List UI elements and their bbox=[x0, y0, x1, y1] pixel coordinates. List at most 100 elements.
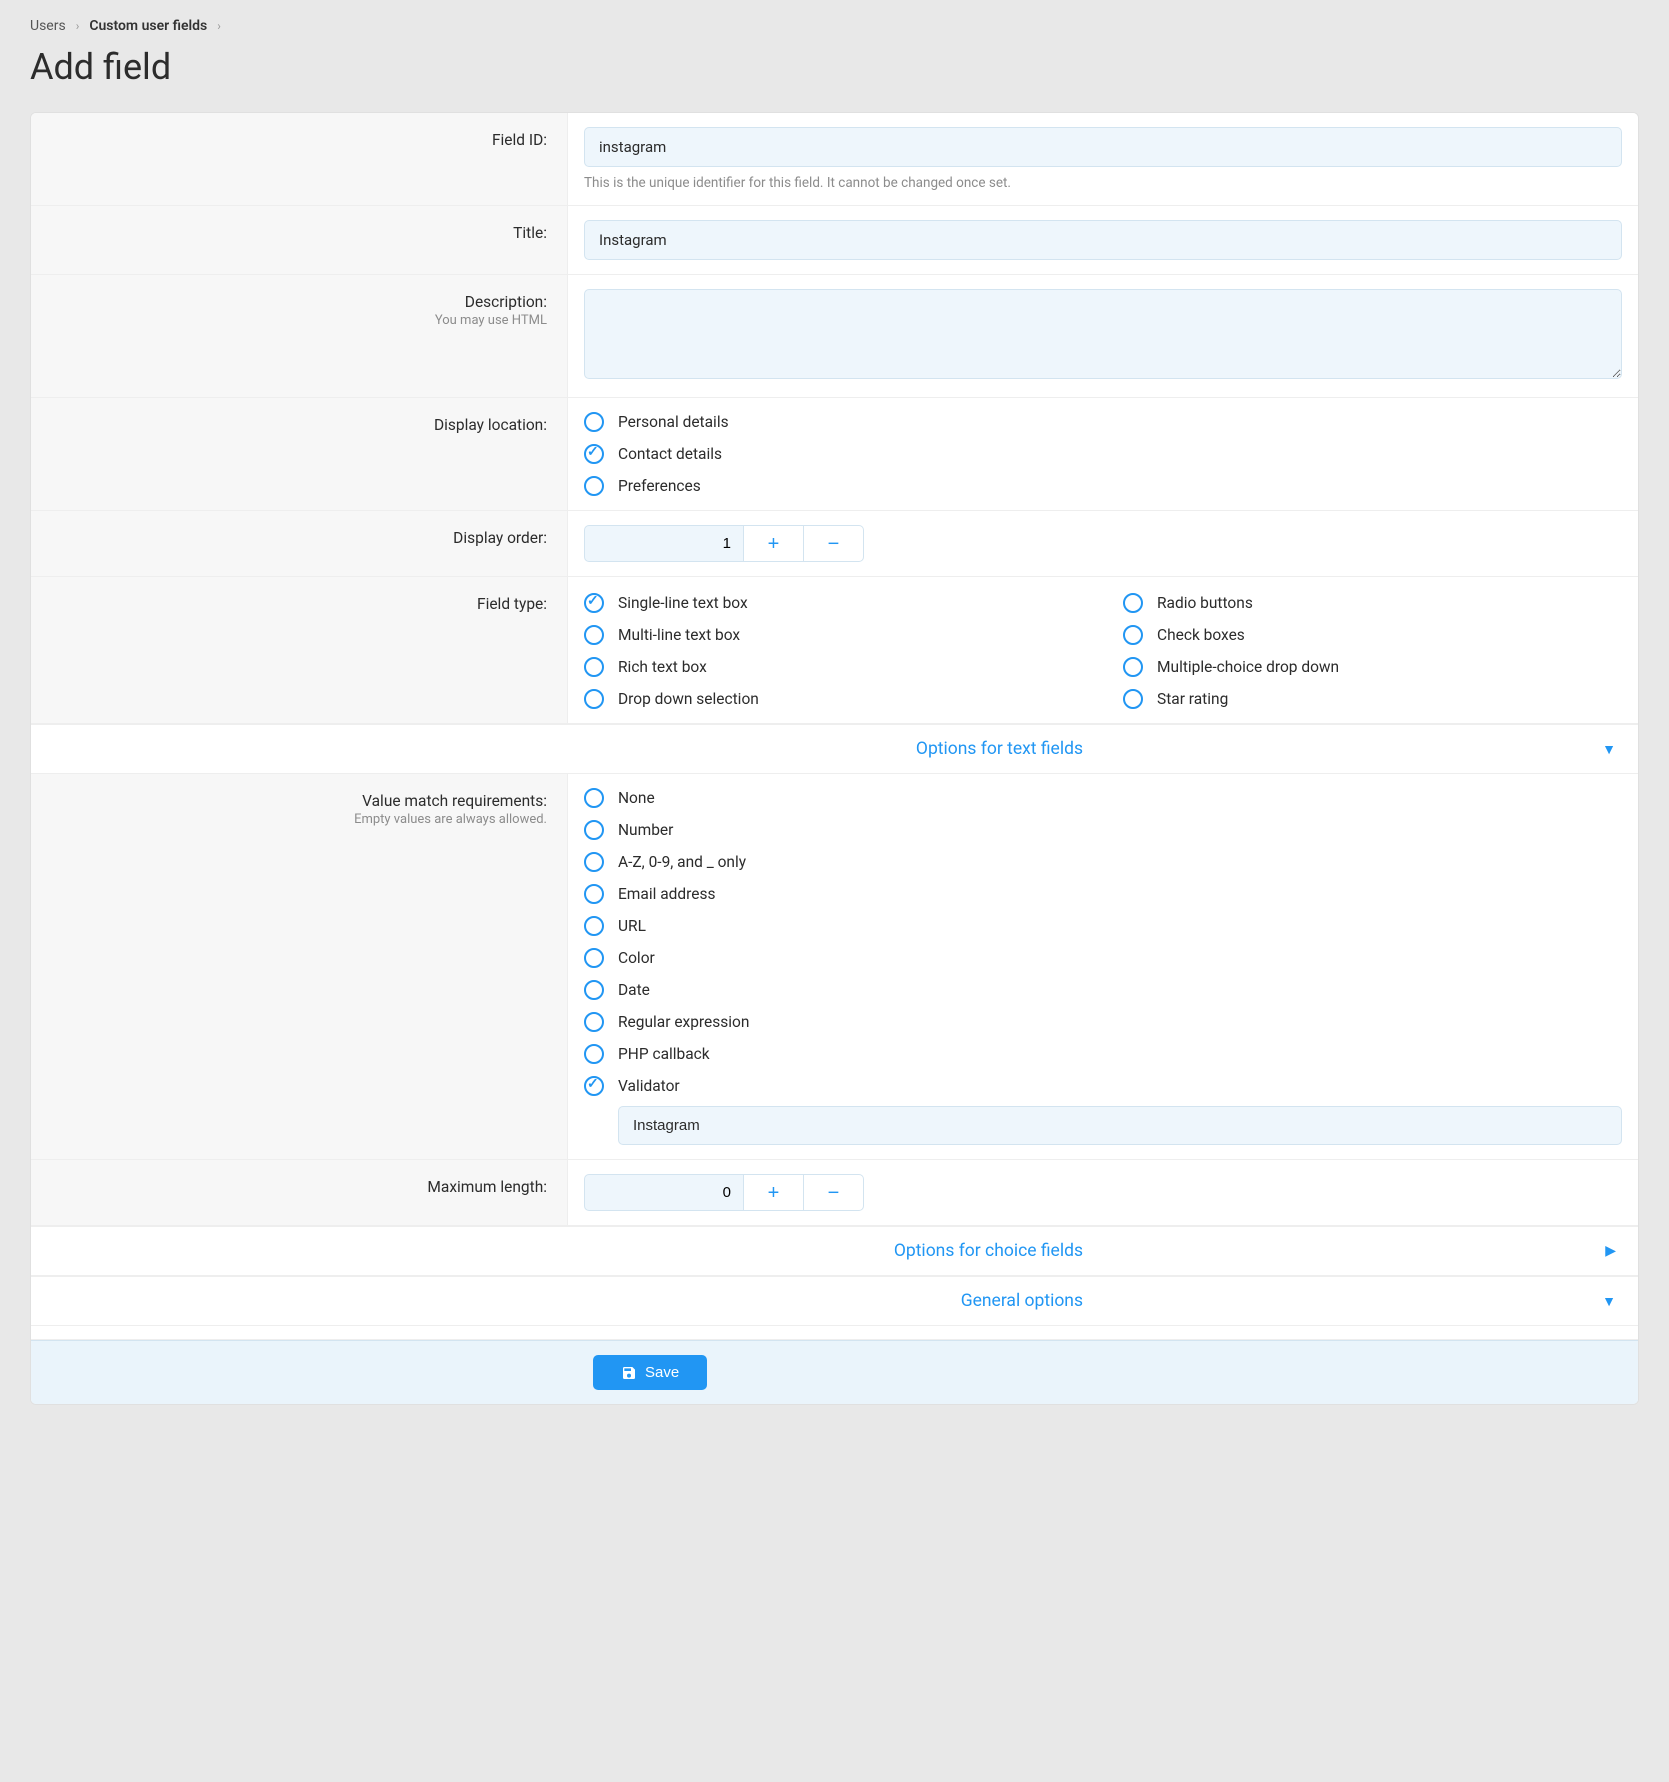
radio-icon bbox=[584, 916, 604, 936]
save-bar: Save bbox=[31, 1340, 1638, 1404]
save-button[interactable]: Save bbox=[593, 1355, 707, 1390]
section-general-options[interactable]: General options ▼ bbox=[31, 1276, 1638, 1326]
radio-icon bbox=[1123, 593, 1143, 613]
field-type-label: Field type: bbox=[31, 577, 568, 723]
display-location-label: Contact details bbox=[618, 445, 722, 463]
max-length-input[interactable] bbox=[584, 1174, 744, 1211]
value-match-label: Number bbox=[618, 821, 673, 839]
value-match-label: None bbox=[618, 789, 655, 807]
field-type-dropdown[interactable]: Drop down selection bbox=[584, 689, 1083, 709]
radio-icon bbox=[584, 412, 604, 432]
field-id-input[interactable] bbox=[584, 127, 1622, 167]
value-match-number[interactable]: Number bbox=[584, 820, 1622, 840]
value-match-alnum[interactable]: A-Z, 0-9, and _ only bbox=[584, 852, 1622, 872]
radio-icon bbox=[584, 884, 604, 904]
field-type-label: Check boxes bbox=[1157, 626, 1245, 644]
max-length-label: Maximum length: bbox=[31, 1160, 568, 1225]
value-match-label: Value match requirements: bbox=[362, 792, 547, 810]
chevron-right-icon: › bbox=[217, 19, 221, 33]
value-match-label: PHP callback bbox=[618, 1045, 710, 1063]
value-match-label: URL bbox=[618, 917, 646, 935]
max-length-increment[interactable]: + bbox=[744, 1174, 804, 1211]
radio-icon bbox=[584, 1076, 604, 1096]
value-match-url[interactable]: URL bbox=[584, 916, 1622, 936]
save-button-label: Save bbox=[645, 1364, 679, 1381]
field-type-label: Drop down selection bbox=[618, 690, 759, 708]
display-location-label: Preferences bbox=[618, 477, 701, 495]
radio-icon bbox=[584, 820, 604, 840]
field-type-label: Multiple-choice drop down bbox=[1157, 658, 1339, 676]
field-type-check[interactable]: Check boxes bbox=[1123, 625, 1622, 645]
field-type-label: Rich text box bbox=[618, 658, 707, 676]
save-icon bbox=[621, 1365, 637, 1381]
minus-icon: − bbox=[828, 1182, 840, 1204]
field-type-label: Single-line text box bbox=[618, 594, 748, 612]
display-location-label: Personal details bbox=[618, 413, 729, 431]
field-type-single[interactable]: Single-line text box bbox=[584, 593, 1083, 613]
radio-icon bbox=[1123, 657, 1143, 677]
field-type-star[interactable]: Star rating bbox=[1123, 689, 1622, 709]
value-match-label: Color bbox=[618, 949, 655, 967]
value-match-email[interactable]: Email address bbox=[584, 884, 1622, 904]
display-location-contact[interactable]: Contact details bbox=[584, 444, 1622, 464]
value-match-regex[interactable]: Regular expression bbox=[584, 1012, 1622, 1032]
section-text-options-title: Options for text fields bbox=[566, 739, 1103, 759]
form-panel: Field ID: This is the unique identifier … bbox=[30, 112, 1639, 1405]
radio-icon bbox=[1123, 689, 1143, 709]
radio-icon bbox=[584, 1012, 604, 1032]
field-type-label: Star rating bbox=[1157, 690, 1228, 708]
chevron-right-icon: › bbox=[76, 19, 80, 33]
radio-icon bbox=[584, 788, 604, 808]
plus-icon: + bbox=[768, 533, 780, 555]
value-match-color[interactable]: Color bbox=[584, 948, 1622, 968]
section-text-options[interactable]: Options for text fields ▼ bbox=[31, 724, 1638, 774]
radio-icon bbox=[584, 625, 604, 645]
chevron-right-icon: ▶ bbox=[1605, 1243, 1616, 1259]
radio-icon bbox=[584, 689, 604, 709]
radio-icon bbox=[584, 948, 604, 968]
max-length-decrement[interactable]: − bbox=[804, 1174, 864, 1211]
display-order-increment[interactable]: + bbox=[744, 525, 804, 562]
radio-icon bbox=[584, 852, 604, 872]
display-order-input[interactable] bbox=[584, 525, 744, 562]
breadcrumb: Users › Custom user fields › bbox=[0, 0, 1669, 40]
section-choice-options-title: Options for choice fields bbox=[566, 1241, 1103, 1261]
field-type-radio[interactable]: Radio buttons bbox=[1123, 593, 1622, 613]
field-type-mcdrop[interactable]: Multiple-choice drop down bbox=[1123, 657, 1622, 677]
description-label: Description: bbox=[465, 293, 547, 311]
chevron-down-icon: ▼ bbox=[1602, 1293, 1616, 1310]
display-location-pref[interactable]: Preferences bbox=[584, 476, 1622, 496]
value-match-label: Validator bbox=[618, 1077, 680, 1095]
value-match-label: Regular expression bbox=[618, 1013, 749, 1031]
description-hint: You may use HTML bbox=[51, 313, 547, 328]
display-location-personal[interactable]: Personal details bbox=[584, 412, 1622, 432]
section-choice-options[interactable]: Options for choice fields ▶ bbox=[31, 1226, 1638, 1276]
radio-icon bbox=[584, 980, 604, 1000]
value-match-validator[interactable]: Validator bbox=[584, 1076, 1622, 1096]
display-order-decrement[interactable]: − bbox=[804, 525, 864, 562]
radio-icon bbox=[584, 657, 604, 677]
chevron-down-icon: ▼ bbox=[1602, 741, 1616, 758]
validator-value-input[interactable] bbox=[618, 1106, 1622, 1145]
description-input[interactable] bbox=[584, 289, 1622, 379]
radio-icon bbox=[584, 1044, 604, 1064]
plus-icon: + bbox=[768, 1182, 780, 1204]
field-id-label: Field ID: bbox=[31, 113, 568, 205]
title-input[interactable] bbox=[584, 220, 1622, 260]
value-match-label: Email address bbox=[618, 885, 715, 903]
value-match-label: A-Z, 0-9, and _ only bbox=[618, 853, 746, 871]
field-id-help: This is the unique identifier for this f… bbox=[584, 175, 1622, 191]
value-match-date[interactable]: Date bbox=[584, 980, 1622, 1000]
radio-icon bbox=[1123, 625, 1143, 645]
radio-icon bbox=[584, 593, 604, 613]
field-type-label: Radio buttons bbox=[1157, 594, 1253, 612]
display-order-label: Display order: bbox=[31, 511, 568, 576]
value-match-php[interactable]: PHP callback bbox=[584, 1044, 1622, 1064]
value-match-none[interactable]: None bbox=[584, 788, 1622, 808]
breadcrumb-users[interactable]: Users bbox=[30, 18, 66, 34]
radio-icon bbox=[584, 444, 604, 464]
value-match-label: Date bbox=[618, 981, 650, 999]
field-type-multi[interactable]: Multi-line text box bbox=[584, 625, 1083, 645]
field-type-rich[interactable]: Rich text box bbox=[584, 657, 1083, 677]
breadcrumb-custom-fields[interactable]: Custom user fields bbox=[89, 18, 207, 34]
